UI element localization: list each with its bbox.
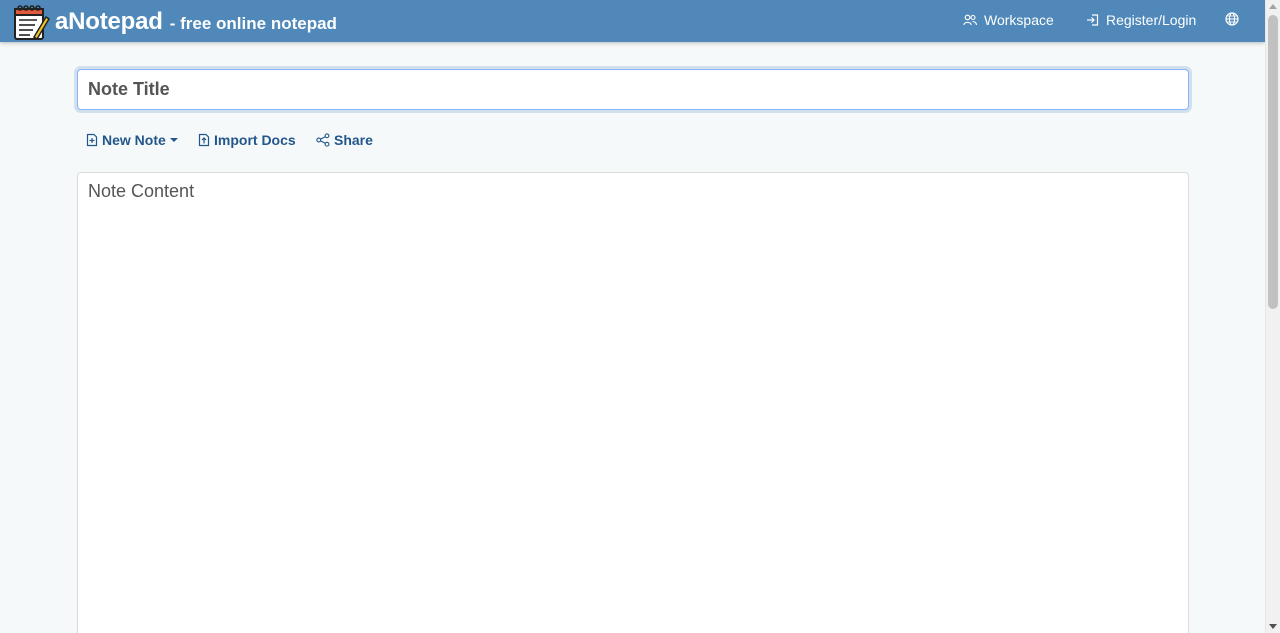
workspace-link[interactable]: Workspace xyxy=(963,11,1054,29)
scroll-thumb[interactable] xyxy=(1268,15,1278,309)
globe-icon xyxy=(1225,12,1239,26)
new-note-dropdown[interactable]: New Note xyxy=(86,131,178,149)
top-navbar: aNotepad - free online notepad Workspace… xyxy=(0,0,1265,42)
caret-down-icon xyxy=(169,138,178,142)
login-arrow-icon xyxy=(1087,14,1099,26)
notepad-logo-icon xyxy=(14,5,50,41)
import-docs-label: Import Docs xyxy=(214,132,296,148)
scroll-down-icon[interactable] xyxy=(1269,624,1277,629)
register-login-label: Register/Login xyxy=(1106,12,1197,28)
new-document-icon xyxy=(86,133,98,147)
language-selector[interactable] xyxy=(1225,12,1246,26)
new-note-label: New Note xyxy=(102,132,166,148)
brand[interactable]: aNotepad - free online notepad xyxy=(12,3,337,41)
people-icon xyxy=(963,14,977,26)
page-scrollbar[interactable] xyxy=(1265,0,1280,633)
share-icon xyxy=(316,133,330,147)
register-login-link[interactable]: Register/Login xyxy=(1086,11,1196,29)
import-document-icon xyxy=(198,133,210,147)
workspace-label: Workspace xyxy=(984,12,1054,28)
import-docs-button[interactable]: Import Docs xyxy=(198,131,296,149)
share-button[interactable]: Share xyxy=(316,131,373,149)
note-title-input[interactable] xyxy=(77,69,1189,110)
brand-name: aNotepad xyxy=(55,8,163,35)
scroll-up-icon[interactable] xyxy=(1269,4,1277,9)
note-content-textarea[interactable] xyxy=(77,172,1189,633)
brand-tagline: - free online notepad xyxy=(169,13,337,33)
share-label: Share xyxy=(334,132,373,148)
